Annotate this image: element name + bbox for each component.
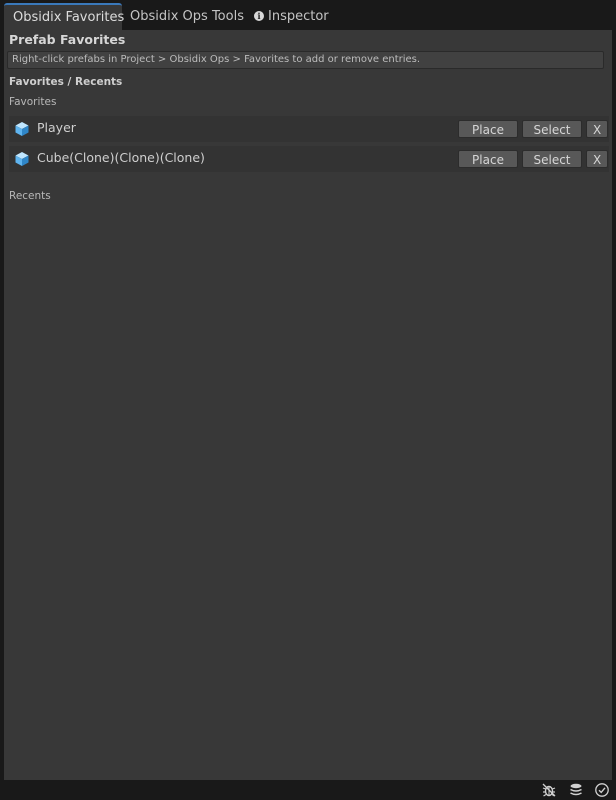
layers-icon[interactable] bbox=[568, 782, 584, 798]
section-header: Favorites / Recents bbox=[9, 76, 123, 88]
select-button[interactable]: Select bbox=[522, 120, 582, 138]
prefab-cube-icon bbox=[15, 152, 29, 166]
tab-label: Obsidix Favorites bbox=[13, 10, 125, 25]
help-box: Right-click prefabs in Project > Obsidix… bbox=[7, 51, 604, 69]
info-icon: i bbox=[254, 11, 264, 21]
place-button[interactable]: Place bbox=[458, 150, 518, 168]
tab-label: Inspector bbox=[268, 9, 329, 24]
favorites-label: Favorites bbox=[9, 96, 57, 108]
select-button[interactable]: Select bbox=[522, 150, 582, 168]
favorite-name[interactable]: Player bbox=[37, 120, 76, 135]
status-bar bbox=[0, 780, 616, 800]
favorite-name[interactable]: Cube(Clone)(Clone)(Clone) bbox=[37, 150, 205, 165]
prefab-cube-icon bbox=[15, 122, 29, 136]
page-title: Prefab Favorites bbox=[9, 32, 126, 47]
recents-label: Recents bbox=[9, 190, 51, 202]
tab-obsidix-ops-tools[interactable]: Obsidix Ops Tools bbox=[122, 3, 244, 30]
favorites-panel: Prefab Favorites Right-click prefabs in … bbox=[4, 30, 612, 780]
debug-bug-icon[interactable] bbox=[541, 782, 557, 798]
favorite-row: Player Place Select X bbox=[9, 116, 609, 142]
check-circle-icon[interactable] bbox=[594, 782, 610, 798]
remove-button[interactable]: X bbox=[586, 150, 608, 168]
tab-bar: Obsidix Favorites Obsidix Ops Tools i Ins… bbox=[0, 0, 616, 30]
tab-obsidix-favorites[interactable]: Obsidix Favorites bbox=[4, 3, 125, 30]
remove-button[interactable]: X bbox=[586, 120, 608, 138]
tab-label: Obsidix Ops Tools bbox=[130, 9, 244, 24]
favorite-row: Cube(Clone)(Clone)(Clone) Place Select X bbox=[9, 146, 609, 172]
editor-window: Obsidix Favorites Obsidix Ops Tools i Ins… bbox=[0, 0, 616, 800]
tab-inspector[interactable]: i Inspector bbox=[246, 3, 336, 30]
place-button[interactable]: Place bbox=[458, 120, 518, 138]
